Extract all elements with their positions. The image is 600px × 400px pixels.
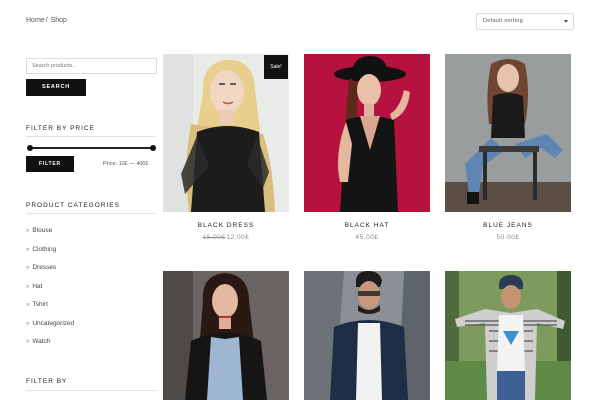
price-slider-max-handle[interactable]	[150, 145, 156, 151]
product-price: 50.00£	[496, 234, 520, 241]
product-photo	[163, 271, 289, 400]
product-categories-title: PRODUCT CATEGORIES	[26, 202, 120, 209]
product-photo	[304, 54, 430, 212]
product-image-black-hat[interactable]	[304, 54, 430, 212]
chevron-down-icon	[564, 20, 568, 23]
sidebar: SEARCH FILTER BY PRICE FILTER Price: 10£…	[26, 54, 157, 391]
category-item[interactable]: » Hat	[26, 283, 74, 302]
category-item[interactable]: » Uncategorized	[26, 320, 74, 339]
product-name[interactable]: BLUE JEANS	[445, 222, 571, 229]
breadcrumb-home-link[interactable]: Home	[26, 17, 45, 24]
divider	[26, 213, 157, 214]
breadcrumb: Home/ Shop	[26, 17, 68, 24]
product-image-blue-jeans[interactable]	[445, 54, 571, 212]
product-image-black-dress[interactable]: Sale!	[163, 54, 289, 212]
category-item[interactable]: » Watch	[26, 338, 74, 357]
product-photo	[304, 271, 430, 400]
category-item[interactable]: » Clothing	[26, 246, 74, 265]
filter-button[interactable]: FILTER	[26, 156, 74, 172]
chevron-right-icon: »	[26, 339, 30, 345]
sale-badge: Sale!	[264, 55, 288, 79]
chevron-right-icon: »	[26, 320, 30, 327]
filter-by-title: FILTER BY	[26, 378, 68, 385]
product-photo	[445, 271, 571, 400]
product-image-jacket-woman[interactable]	[163, 271, 289, 400]
product-price: 15.00£12.00£	[163, 234, 289, 241]
search-input[interactable]	[26, 58, 157, 74]
price-slider-track[interactable]	[30, 147, 153, 149]
product-photo	[445, 54, 571, 212]
chevron-right-icon: »	[26, 302, 30, 308]
price-slider-min-handle[interactable]	[27, 145, 33, 151]
filter-by-price-title: FILTER BY PRICE	[26, 125, 95, 132]
product-name[interactable]: BLACK DRESS	[163, 222, 289, 229]
sort-select[interactable]: Default sorting	[476, 13, 574, 30]
product-name[interactable]: BLACK HAT	[304, 222, 430, 229]
breadcrumb-current: Shop	[50, 17, 67, 24]
product-old-price: 15.00£	[202, 234, 226, 241]
category-item[interactable]: » Tshirt	[26, 301, 74, 320]
chevron-right-icon: »	[26, 265, 30, 271]
product-sale-price: 12.00£	[226, 234, 250, 241]
divider	[26, 136, 157, 137]
category-item[interactable]: » Blouse	[26, 227, 74, 246]
chevron-right-icon: »	[26, 246, 30, 253]
product-price: 45.00£	[355, 234, 379, 241]
category-list: » Blouse » Clothing » Dresses » Hat » Tshirt …	[26, 227, 74, 357]
chevron-right-icon: »	[26, 283, 30, 290]
search-button[interactable]: SEARCH	[26, 79, 86, 96]
chevron-right-icon: »	[26, 228, 30, 234]
divider	[26, 390, 157, 391]
breadcrumb-separator: /	[45, 17, 48, 24]
sort-selected-value: Default sorting	[483, 18, 523, 24]
price-range-label: Price: 10£ — 400£	[103, 161, 149, 167]
product-image-navy-blazer[interactable]	[304, 271, 430, 400]
category-item[interactable]: » Dresses	[26, 264, 74, 283]
product-image-plaid-shirt[interactable]	[445, 271, 571, 400]
